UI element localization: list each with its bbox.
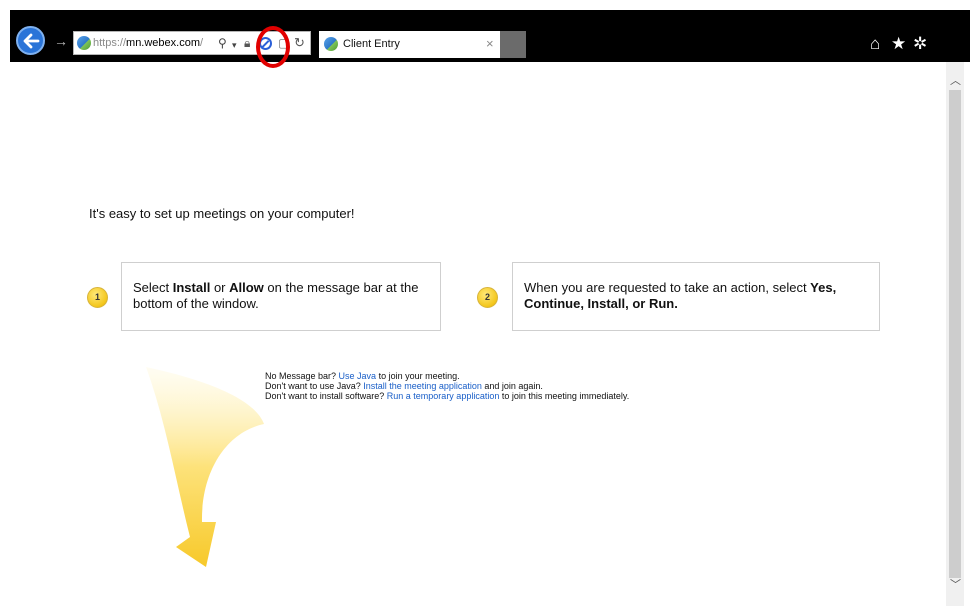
vertical-scrollbar[interactable]: ︿ ﹀ [946,62,964,606]
help-line-1: No Message bar? Use Java to join your me… [265,371,460,381]
run-temporary-app-link[interactable]: Run a temporary application [387,391,500,401]
tab-close-button[interactable]: × [486,36,494,51]
step-1-badge: 1 [87,287,108,308]
forward-button[interactable]: → [54,34,68,48]
refresh-icon[interactable]: ↻ [294,35,305,51]
step-2-badge: 2 [477,287,498,308]
use-java-link[interactable]: Use Java [339,371,377,381]
help-text-block: No Message bar? Use Java to join your me… [265,371,629,401]
home-icon[interactable]: ⌂ [870,35,880,52]
address-bar[interactable]: https://mn.webex.com/ ⚲ ▾ 🔒︎ ▢ ↻ [73,31,311,55]
star-icon[interactable]: ★ [891,35,906,52]
dropdown-icon[interactable]: ▾ [232,37,237,53]
tab-title: Client Entry [343,38,400,50]
scroll-thumb[interactable] [949,90,961,578]
step-2-card: When you are requested to take an action… [512,262,880,331]
lock-icon[interactable]: 🔒︎ [244,35,250,51]
install-meeting-app-link[interactable]: Install the meeting application [363,381,482,391]
step-1-text: Select Install or Allow on the message b… [133,280,419,311]
compatibility-view-icon[interactable]: ▢ [278,35,289,51]
tab-client-entry[interactable]: Client Entry × [319,31,500,58]
scroll-up-icon[interactable]: ︿ [950,72,961,88]
help-line-3: Don't want to install software? Run a te… [265,391,630,401]
search-icon[interactable]: ⚲ [218,35,227,51]
new-tab-button[interactable] [500,31,526,58]
tab-favicon-icon [324,37,338,51]
url-scheme: https:// [93,37,127,49]
blocked-content-icon[interactable] [259,37,272,50]
browser-toolbar: → https://mn.webex.com/ ⚲ ▾ 🔒︎ ▢ ↻ Clien… [10,10,970,62]
scroll-down-icon[interactable]: ﹀ [950,576,961,592]
step-1-card: Select Install or Allow on the message b… [121,262,441,331]
page-headline: It's easy to set up meetings on your com… [89,206,355,221]
page-content: It's easy to set up meetings on your com… [10,62,946,606]
step-2-text: When you are requested to take an action… [524,280,837,311]
help-line-2: Don't want to use Java? Install the meet… [265,381,543,391]
url-path: / [200,37,204,49]
back-button[interactable] [16,26,45,55]
url-domain: mn.webex.com [126,37,201,49]
gear-icon[interactable]: ✲ [913,35,927,52]
down-arrow-graphic [146,367,264,567]
url-text[interactable]: https://mn.webex.com/ [93,37,205,49]
site-globe-icon [77,36,91,50]
back-arrow-icon [23,33,40,49]
